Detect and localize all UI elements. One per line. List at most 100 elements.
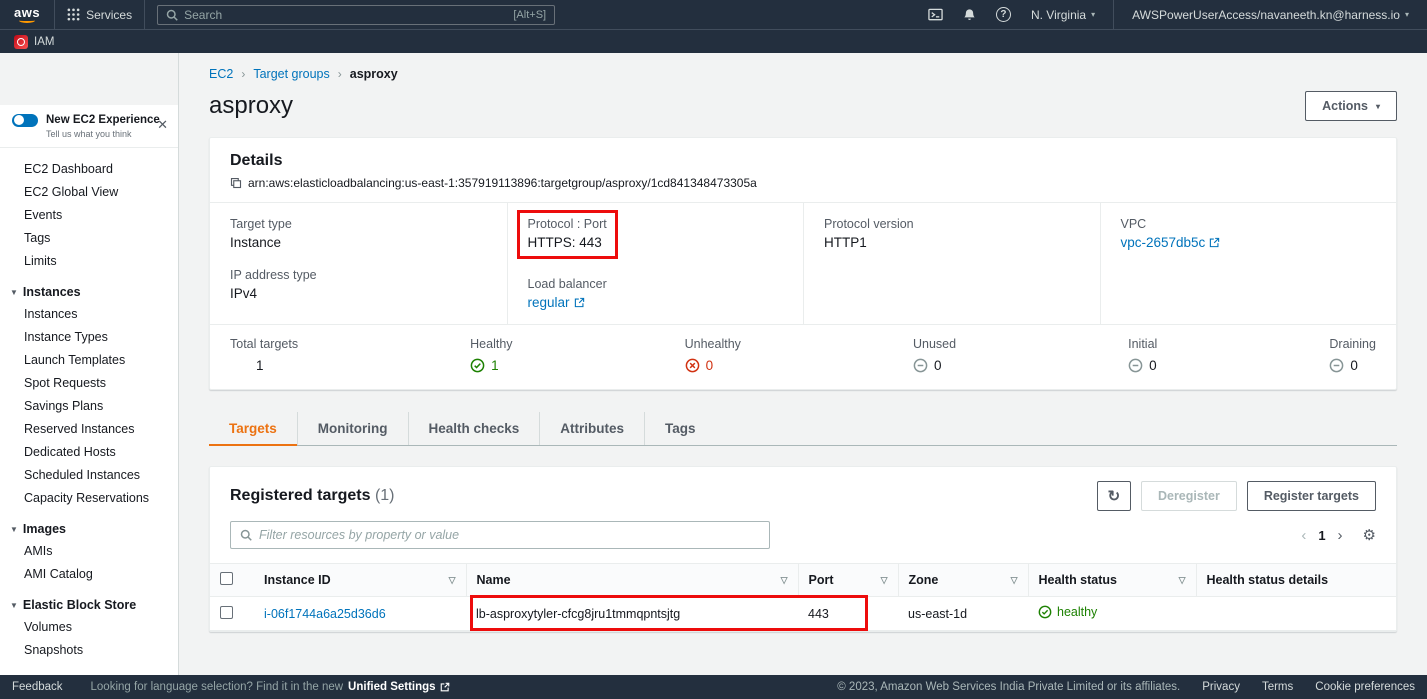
search-input[interactable] (184, 8, 507, 22)
stat-unused: Unused 0 (913, 337, 956, 373)
details-column-3: Protocol version HTTP1 (803, 203, 1100, 324)
unified-settings-link[interactable]: Unified Settings (348, 681, 450, 693)
services-label: Services (86, 8, 132, 22)
sidebar-item-instance-types[interactable]: Instance Types (0, 326, 178, 349)
section-caret-icon: ▼ (10, 525, 18, 534)
copy-icon[interactable] (230, 177, 242, 189)
sidebar-item-events[interactable]: Events (0, 204, 178, 227)
new-experience-toggle[interactable] (12, 114, 38, 127)
tab-attributes[interactable]: Attributes (539, 412, 644, 445)
sort-icon[interactable]: ▽ (449, 575, 456, 586)
sidebar-item-tags[interactable]: Tags (0, 227, 178, 250)
breadcrumb-target-groups[interactable]: Target groups (253, 67, 329, 81)
target-name-cell: lb-asproxytyler-cfcg8jru1tmmqpntsjtg (466, 597, 798, 631)
sidebar-section-instances[interactable]: ▼ Instances (0, 281, 178, 303)
new-experience-panel: New EC2 Experience Tell us what you thin… (0, 105, 178, 148)
registered-targets-header: Registered targets (1) ↻ Deregister Regi… (210, 467, 1396, 521)
global-search[interactable]: [Alt+S] (157, 5, 555, 25)
account-menu[interactable]: AWSPowerUserAccess/navaneeth.kn@harness.… (1124, 0, 1417, 29)
actions-button[interactable]: Actions ▾ (1305, 91, 1397, 121)
column-header-instance-id[interactable]: Instance ID▽ (254, 564, 466, 597)
field-ip-address-type: IP address type IPv4 (230, 268, 487, 301)
sort-icon[interactable]: ▽ (1179, 575, 1186, 586)
sidebar-item-reserved-instances[interactable]: Reserved Instances (0, 418, 178, 441)
aws-logo[interactable]: aws (14, 7, 40, 23)
next-page-icon[interactable]: › (1338, 527, 1343, 544)
stat-healthy: Healthy 1 (470, 337, 512, 373)
sidebar-item-instances[interactable]: Instances (0, 303, 178, 326)
filter-box[interactable] (230, 521, 770, 549)
field-protocol-port: Protocol : Port HTTPS: 443 (528, 210, 784, 259)
sidebar-item-savings-plans[interactable]: Savings Plans (0, 395, 178, 418)
sidebar-item-launch-templates[interactable]: Launch Templates (0, 349, 178, 372)
sidebar-item-amis[interactable]: AMIs (0, 540, 178, 563)
breadcrumb-ec2[interactable]: EC2 (209, 67, 233, 81)
sidebar-item-ami-catalog[interactable]: AMI Catalog (0, 563, 178, 586)
sidebar-item-spot-requests[interactable]: Spot Requests (0, 372, 178, 395)
close-icon[interactable]: ✕ (157, 117, 168, 133)
help-icon[interactable]: ? (988, 0, 1019, 29)
pagination: ‹ 1 › ⚙ (1301, 526, 1376, 544)
sidebar-item-ec2-dashboard[interactable]: EC2 Dashboard (0, 158, 178, 181)
sidebar-item-volumes[interactable]: Volumes (0, 616, 178, 639)
sidebar-section-images[interactable]: ▼ Images (0, 518, 178, 540)
registered-targets-card: Registered targets (1) ↻ Deregister Regi… (209, 466, 1397, 632)
sidebar-item-limits[interactable]: Limits (0, 250, 178, 273)
section-caret-icon: ▼ (10, 601, 18, 610)
sidebar-top-strip (0, 53, 178, 105)
sidebar-item-dedicated-hosts[interactable]: Dedicated Hosts (0, 441, 178, 464)
row-checkbox[interactable] (220, 606, 233, 619)
filter-input[interactable] (259, 528, 760, 542)
settings-gear-icon[interactable]: ⚙ (1363, 526, 1376, 544)
vpc-link[interactable]: vpc-2657db5c (1121, 235, 1221, 250)
search-icon (240, 529, 252, 541)
tab-targets[interactable]: Targets (209, 412, 297, 445)
sidebar-section-elastic-block-store[interactable]: ▼ Elastic Block Store (0, 594, 178, 616)
load-balancer-link[interactable]: regular (528, 295, 585, 310)
target-health-stats: Total targets 1 Healthy 1 Unhealthy (210, 324, 1396, 389)
field-vpc: VPC vpc-2657db5c (1121, 217, 1377, 250)
terms-link[interactable]: Terms (1262, 681, 1293, 693)
tab-monitoring[interactable]: Monitoring (297, 412, 408, 445)
external-link-icon (1209, 237, 1220, 248)
notifications-bell-icon[interactable] (955, 0, 984, 29)
table-header-row: Instance ID▽ Name▽ Port▽ Zone▽ Health st (210, 564, 1396, 597)
column-header-health-status[interactable]: Health status▽ (1028, 564, 1196, 597)
sidebar-item-ec2-global-view[interactable]: EC2 Global View (0, 181, 178, 204)
register-targets-button[interactable]: Register targets (1247, 481, 1376, 511)
column-header-zone[interactable]: Zone▽ (898, 564, 1028, 597)
sort-icon[interactable]: ▽ (1011, 575, 1018, 586)
page-number[interactable]: 1 (1318, 528, 1325, 543)
details-fields: Target type Instance IP address type IPv… (210, 202, 1396, 324)
column-header-port[interactable]: Port▽ (798, 564, 898, 597)
cloudshell-icon[interactable] (920, 0, 951, 29)
refresh-icon[interactable]: ↻ (1097, 481, 1131, 511)
feedback-link[interactable]: Feedback (12, 681, 63, 693)
search-shortcut-hint: [Alt+S] (513, 9, 546, 21)
chevron-down-icon: ▾ (1405, 10, 1409, 19)
region-selector[interactable]: N. Virginia ▾ (1023, 0, 1103, 29)
external-link-icon (440, 682, 450, 692)
cookie-preferences-link[interactable]: Cookie preferences (1315, 681, 1415, 693)
sidebar-item-snapshots[interactable]: Snapshots (0, 639, 178, 662)
divider (144, 0, 145, 29)
sidebar-item-scheduled-instances[interactable]: Scheduled Instances (0, 464, 178, 487)
check-circle-icon (1038, 605, 1052, 619)
select-all-checkbox[interactable] (220, 572, 233, 585)
services-menu-button[interactable]: Services (61, 0, 138, 29)
privacy-link[interactable]: Privacy (1202, 681, 1240, 693)
instance-id-link[interactable]: i-06f1744a6a25d36d6 (264, 607, 386, 621)
column-header-health-status-details[interactable]: Health status details (1196, 564, 1396, 597)
language-selection-note: Looking for language selection? Find it … (91, 681, 450, 693)
sort-icon[interactable]: ▽ (881, 575, 888, 586)
tab-health-checks[interactable]: Health checks (408, 412, 540, 445)
column-header-name[interactable]: Name▽ (466, 564, 798, 597)
sidebar-item-capacity-reservations[interactable]: Capacity Reservations (0, 487, 178, 510)
filter-row: ‹ 1 › ⚙ (210, 521, 1396, 563)
favorite-iam[interactable]: IAM (14, 35, 54, 49)
tab-tags[interactable]: Tags (644, 412, 716, 445)
new-experience-subtitle: Tell us what you think (46, 129, 166, 139)
sort-icon[interactable]: ▽ (781, 575, 788, 586)
previous-page-icon[interactable]: ‹ (1301, 527, 1306, 544)
deregister-button[interactable]: Deregister (1141, 481, 1237, 511)
